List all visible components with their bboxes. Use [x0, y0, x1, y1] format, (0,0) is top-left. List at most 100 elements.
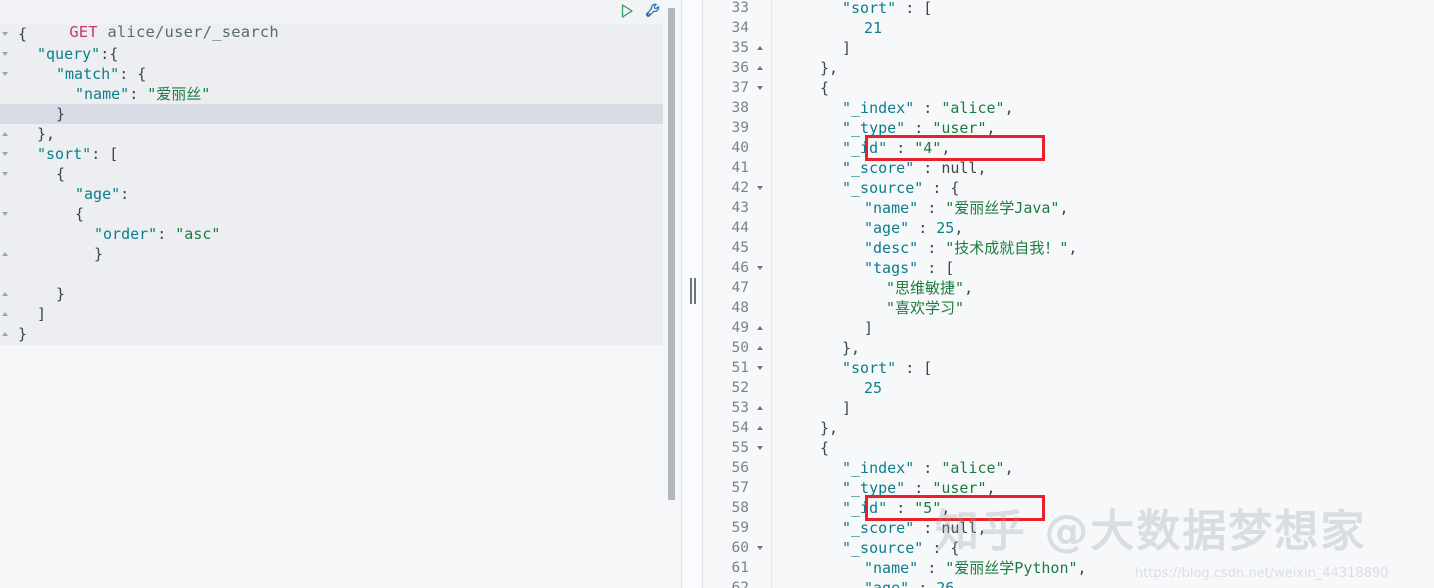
- response-code-line[interactable]: "tags" : [: [772, 258, 1434, 278]
- request-code-line[interactable]: ]: [14, 304, 663, 324]
- request-code-line[interactable]: "order": "asc": [14, 224, 663, 244]
- request-code-text: {: [14, 165, 65, 183]
- response-code-line[interactable]: },: [772, 418, 1434, 438]
- response-code-line[interactable]: ]: [772, 318, 1434, 338]
- fold-expand-icon[interactable]: [757, 326, 763, 330]
- wrench-icon[interactable]: [644, 2, 662, 24]
- response-code-line[interactable]: "desc" : "技术成就自我！",: [772, 238, 1434, 258]
- request-code-line[interactable]: {: [14, 164, 663, 184]
- request-code-text: "query":{: [14, 45, 118, 63]
- response-code-text: "name" : "爱丽丝学Java",: [772, 199, 1069, 217]
- fold-expand-icon[interactable]: [757, 46, 763, 50]
- fold-collapse-icon[interactable]: [757, 546, 763, 550]
- request-scrollbar-thumb[interactable]: [668, 8, 675, 500]
- response-code-text: {: [772, 79, 829, 97]
- request-body-code[interactable]: {"query":{"match": {"name": "爱丽丝"}},"sor…: [14, 24, 663, 344]
- response-code-line[interactable]: },: [772, 338, 1434, 358]
- fold-collapse-icon[interactable]: [757, 366, 763, 370]
- response-line-number: 58: [704, 498, 749, 518]
- response-code-line[interactable]: "思维敏捷",: [772, 278, 1434, 298]
- request-code-line[interactable]: }: [14, 104, 663, 124]
- response-code-line[interactable]: "name" : "爱丽丝学Java",: [772, 198, 1434, 218]
- response-line-number: 39: [704, 118, 749, 138]
- response-line-number: 47: [704, 278, 749, 298]
- fold-expand-icon[interactable]: [757, 426, 763, 430]
- fold-collapse-icon[interactable]: [757, 86, 763, 90]
- play-icon[interactable]: [618, 2, 636, 24]
- response-code-text: ]: [772, 399, 851, 417]
- request-code-line[interactable]: },: [14, 124, 663, 144]
- request-code-text: },: [14, 125, 55, 143]
- fold-collapse-icon[interactable]: [2, 52, 8, 56]
- response-line-numbers[interactable]: 3334353637383940414243444546474849505152…: [704, 0, 772, 588]
- request-code-line[interactable]: [14, 264, 663, 284]
- response-code-text: "_score" : null,: [772, 159, 987, 177]
- request-code-line[interactable]: {: [14, 24, 663, 44]
- response-code-line[interactable]: 21: [772, 18, 1434, 38]
- splitter-handle[interactable]: [688, 278, 698, 304]
- request-code-line[interactable]: {: [14, 204, 663, 224]
- fold-expand-icon[interactable]: [757, 66, 763, 70]
- response-code-line[interactable]: ]: [772, 38, 1434, 58]
- request-code-line[interactable]: }: [14, 244, 663, 264]
- response-code-text: ]: [772, 319, 873, 337]
- response-line-number: 37: [704, 78, 749, 98]
- response-code-line[interactable]: "sort" : [: [772, 358, 1434, 378]
- response-code-text: "喜欢学习": [772, 299, 964, 317]
- request-fold-gutter[interactable]: [0, 24, 14, 345]
- response-line-number: 33: [704, 0, 749, 18]
- response-code-line[interactable]: "age" : 25,: [772, 218, 1434, 238]
- response-line-number: 44: [704, 218, 749, 238]
- response-code-line[interactable]: "_id" : "4",: [772, 138, 1434, 158]
- response-code-line[interactable]: 25: [772, 378, 1434, 398]
- response-code-text: "desc" : "技术成就自我！",: [772, 239, 1077, 257]
- request-code-text: "order": "asc": [14, 225, 220, 243]
- fold-collapse-icon[interactable]: [2, 172, 8, 176]
- elasticsearch-console: GET alice/user/_search {"query":{"match"…: [0, 0, 1434, 588]
- fold-expand-icon[interactable]: [2, 332, 8, 336]
- fold-expand-icon[interactable]: [2, 132, 8, 136]
- request-code-line[interactable]: "match": {: [14, 64, 663, 84]
- watermark-text: 知乎 @大数据梦想家: [935, 495, 1366, 559]
- fold-collapse-icon[interactable]: [2, 72, 8, 76]
- response-code-text: {: [772, 439, 829, 457]
- fold-expand-icon[interactable]: [2, 252, 8, 256]
- request-code-line[interactable]: }: [14, 284, 663, 304]
- response-code-line[interactable]: "sort" : [: [772, 0, 1434, 18]
- fold-expand-icon[interactable]: [757, 406, 763, 410]
- request-code-line[interactable]: }: [14, 324, 663, 344]
- request-editor-pane: GET alice/user/_search {"query":{"match"…: [0, 0, 680, 588]
- pane-splitter[interactable]: [681, 0, 703, 588]
- fold-collapse-icon[interactable]: [757, 186, 763, 190]
- response-code-line[interactable]: "_index" : "alice",: [772, 98, 1434, 118]
- request-code-line[interactable]: "query":{: [14, 44, 663, 64]
- response-code-line[interactable]: "_type" : "user",: [772, 118, 1434, 138]
- fold-collapse-icon[interactable]: [2, 212, 8, 216]
- response-line-number: 48: [704, 298, 749, 318]
- fold-expand-icon[interactable]: [2, 312, 8, 316]
- request-code-line[interactable]: "age":: [14, 184, 663, 204]
- response-code-line[interactable]: {: [772, 78, 1434, 98]
- response-code-line[interactable]: },: [772, 58, 1434, 78]
- request-code-line[interactable]: "sort": [: [14, 144, 663, 164]
- fold-expand-icon[interactable]: [2, 292, 8, 296]
- response-code-line[interactable]: "_index" : "alice",: [772, 458, 1434, 478]
- response-code-line[interactable]: "喜欢学习": [772, 298, 1434, 318]
- response-line-number: 59: [704, 518, 749, 538]
- response-code-text: "_id" : "4",: [772, 139, 950, 157]
- response-code-line[interactable]: {: [772, 438, 1434, 458]
- response-code-line[interactable]: "_score" : null,: [772, 158, 1434, 178]
- fold-collapse-icon[interactable]: [757, 266, 763, 270]
- response-code-text: "_index" : "alice",: [772, 99, 1014, 117]
- response-code-line[interactable]: "_source" : {: [772, 178, 1434, 198]
- response-code-line[interactable]: ]: [772, 398, 1434, 418]
- fold-collapse-icon[interactable]: [2, 32, 8, 36]
- watermark-url: https://blog.csdn.net/weixin_44318890: [1135, 566, 1389, 581]
- request-code-line[interactable]: "name": "爱丽丝": [14, 84, 663, 104]
- response-code-text: "_source" : {: [772, 539, 959, 557]
- fold-collapse-icon[interactable]: [2, 152, 8, 156]
- request-scrollbar[interactable]: [668, 8, 675, 580]
- fold-expand-icon[interactable]: [757, 346, 763, 350]
- fold-collapse-icon[interactable]: [757, 446, 763, 450]
- response-line-number: 51: [704, 358, 749, 378]
